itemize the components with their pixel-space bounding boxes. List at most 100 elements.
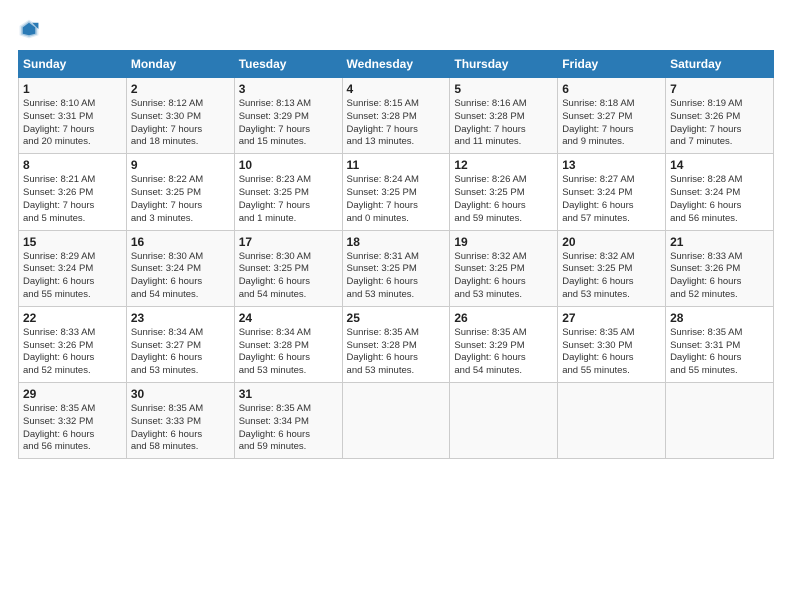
day-info: Sunrise: 8:34 AM Sunset: 3:28 PM Dayligh… [239,327,338,378]
day-number: 19 [454,235,553,249]
calendar-header-row: SundayMondayTuesdayWednesdayThursdayFrid… [19,51,774,78]
calendar-week-row: 22Sunrise: 8:33 AM Sunset: 3:26 PM Dayli… [19,306,774,382]
day-info: Sunrise: 8:33 AM Sunset: 3:26 PM Dayligh… [670,251,769,302]
day-info: Sunrise: 8:24 AM Sunset: 3:25 PM Dayligh… [347,174,446,225]
day-number: 20 [562,235,661,249]
calendar-page: SundayMondayTuesdayWednesdayThursdayFrid… [0,0,792,612]
calendar-cell [558,383,666,459]
day-info: Sunrise: 8:28 AM Sunset: 3:24 PM Dayligh… [670,174,769,225]
calendar-cell: 23 Sunrise: 8:34 AM Sunset: 3:27 PM Dayli… [126,306,234,382]
header-tuesday: Tuesday [234,51,342,78]
calendar-cell: 3Sunrise: 8:13 AM Sunset: 3:29 PM Daylig… [234,78,342,154]
day-number: 18 [347,235,446,249]
day-info: Sunrise: 8:35 AM Sunset: 3:32 PM Dayligh… [23,403,122,454]
header-wednesday: Wednesday [342,51,450,78]
day-number: 11 [347,158,446,172]
header-sunday: Sunday [19,51,127,78]
day-number: 10 [239,158,338,172]
day-info: Sunrise: 8:29 AM Sunset: 3:24 PM Dayligh… [23,251,122,302]
calendar-cell: 7 Sunrise: 8:19 AM Sunset: 3:26 PM Daylig… [666,78,774,154]
day-info: Sunrise: 8:35 AM Sunset: 3:31 PM Dayligh… [670,327,769,378]
header-thursday: Thursday [450,51,558,78]
day-number: 24 [239,311,338,325]
day-number: 17 [239,235,338,249]
day-number: 30 [131,387,230,401]
day-info: Sunrise: 8:34 AM Sunset: 3:27 PM Dayligh… [131,327,230,378]
day-number: 16 [131,235,230,249]
header-monday: Monday [126,51,234,78]
day-number: 8 [23,158,122,172]
day-number: 14 [670,158,769,172]
day-info: Sunrise: 8:31 AM Sunset: 3:25 PM Dayligh… [347,251,446,302]
day-number: 5 [454,82,553,96]
calendar-week-row: 8 Sunrise: 8:21 AM Sunset: 3:26 PM Daylig… [19,154,774,230]
calendar-cell: 12Sunrise: 8:26 AM Sunset: 3:25 PM Dayli… [450,154,558,230]
calendar-cell: 17 Sunrise: 8:30 AM Sunset: 3:25 PM Dayli… [234,230,342,306]
day-number: 7 [670,82,769,96]
day-number: 15 [23,235,122,249]
calendar-cell: 20Sunrise: 8:32 AM Sunset: 3:25 PM Dayli… [558,230,666,306]
calendar-cell: 29 Sunrise: 8:35 AM Sunset: 3:32 PM Dayli… [19,383,127,459]
calendar-cell: 13 Sunrise: 8:27 AM Sunset: 3:24 PM Dayli… [558,154,666,230]
day-number: 2 [131,82,230,96]
day-info: Sunrise: 8:22 AM Sunset: 3:25 PM Dayligh… [131,174,230,225]
calendar-cell: 18 Sunrise: 8:31 AM Sunset: 3:25 PM Dayli… [342,230,450,306]
calendar-cell: 5 Sunrise: 8:16 AM Sunset: 3:28 PM Daylig… [450,78,558,154]
calendar-week-row: 29 Sunrise: 8:35 AM Sunset: 3:32 PM Dayli… [19,383,774,459]
day-info: Sunrise: 8:30 AM Sunset: 3:25 PM Dayligh… [239,251,338,302]
calendar-cell: 11 Sunrise: 8:24 AM Sunset: 3:25 PM Dayli… [342,154,450,230]
calendar-cell [450,383,558,459]
day-info: Sunrise: 8:35 AM Sunset: 3:33 PM Dayligh… [131,403,230,454]
calendar-cell: 14 Sunrise: 8:28 AM Sunset: 3:24 PM Dayli… [666,154,774,230]
day-number: 3 [239,82,338,96]
header-saturday: Saturday [666,51,774,78]
logo-icon [18,18,40,40]
day-number: 31 [239,387,338,401]
day-info: Sunrise: 8:35 AM Sunset: 3:30 PM Dayligh… [562,327,661,378]
calendar-cell: 6Sunrise: 8:18 AM Sunset: 3:27 PM Daylig… [558,78,666,154]
calendar-cell: 28 Sunrise: 8:35 AM Sunset: 3:31 PM Dayli… [666,306,774,382]
day-info: Sunrise: 8:35 AM Sunset: 3:29 PM Dayligh… [454,327,553,378]
calendar-cell: 16 Sunrise: 8:30 AM Sunset: 3:24 PM Dayli… [126,230,234,306]
calendar-cell: 21 Sunrise: 8:33 AM Sunset: 3:26 PM Dayli… [666,230,774,306]
day-number: 27 [562,311,661,325]
day-info: Sunrise: 8:19 AM Sunset: 3:26 PM Dayligh… [670,98,769,149]
day-number: 21 [670,235,769,249]
day-info: Sunrise: 8:12 AM Sunset: 3:30 PM Dayligh… [131,98,230,149]
calendar-cell: 25Sunrise: 8:35 AM Sunset: 3:28 PM Dayli… [342,306,450,382]
calendar-week-row: 15 Sunrise: 8:29 AM Sunset: 3:24 PM Dayli… [19,230,774,306]
day-number: 22 [23,311,122,325]
day-info: Sunrise: 8:23 AM Sunset: 3:25 PM Dayligh… [239,174,338,225]
calendar-cell: 1Sunrise: 8:10 AM Sunset: 3:31 PM Daylig… [19,78,127,154]
day-number: 4 [347,82,446,96]
day-number: 13 [562,158,661,172]
calendar-cell: 31 Sunrise: 8:35 AM Sunset: 3:34 PM Dayli… [234,383,342,459]
day-number: 26 [454,311,553,325]
calendar-cell: 9Sunrise: 8:22 AM Sunset: 3:25 PM Daylig… [126,154,234,230]
calendar-cell: 19 Sunrise: 8:32 AM Sunset: 3:25 PM Dayli… [450,230,558,306]
calendar-cell: 15 Sunrise: 8:29 AM Sunset: 3:24 PM Dayli… [19,230,127,306]
day-info: Sunrise: 8:16 AM Sunset: 3:28 PM Dayligh… [454,98,553,149]
calendar-week-row: 1Sunrise: 8:10 AM Sunset: 3:31 PM Daylig… [19,78,774,154]
day-number: 23 [131,311,230,325]
calendar-cell [666,383,774,459]
day-info: Sunrise: 8:27 AM Sunset: 3:24 PM Dayligh… [562,174,661,225]
calendar-cell: 26 Sunrise: 8:35 AM Sunset: 3:29 PM Dayli… [450,306,558,382]
header [18,18,774,40]
day-info: Sunrise: 8:35 AM Sunset: 3:34 PM Dayligh… [239,403,338,454]
day-info: Sunrise: 8:30 AM Sunset: 3:24 PM Dayligh… [131,251,230,302]
day-number: 1 [23,82,122,96]
day-info: Sunrise: 8:21 AM Sunset: 3:26 PM Dayligh… [23,174,122,225]
day-number: 28 [670,311,769,325]
calendar-cell: 30 Sunrise: 8:35 AM Sunset: 3:33 PM Dayli… [126,383,234,459]
calendar-table: SundayMondayTuesdayWednesdayThursdayFrid… [18,50,774,459]
calendar-cell [342,383,450,459]
day-number: 6 [562,82,661,96]
day-info: Sunrise: 8:32 AM Sunset: 3:25 PM Dayligh… [454,251,553,302]
day-info: Sunrise: 8:35 AM Sunset: 3:28 PM Dayligh… [347,327,446,378]
calendar-cell: 8 Sunrise: 8:21 AM Sunset: 3:26 PM Daylig… [19,154,127,230]
calendar-cell: 24 Sunrise: 8:34 AM Sunset: 3:28 PM Dayli… [234,306,342,382]
calendar-cell: 2 Sunrise: 8:12 AM Sunset: 3:30 PM Daylig… [126,78,234,154]
day-number: 29 [23,387,122,401]
calendar-cell: 22Sunrise: 8:33 AM Sunset: 3:26 PM Dayli… [19,306,127,382]
